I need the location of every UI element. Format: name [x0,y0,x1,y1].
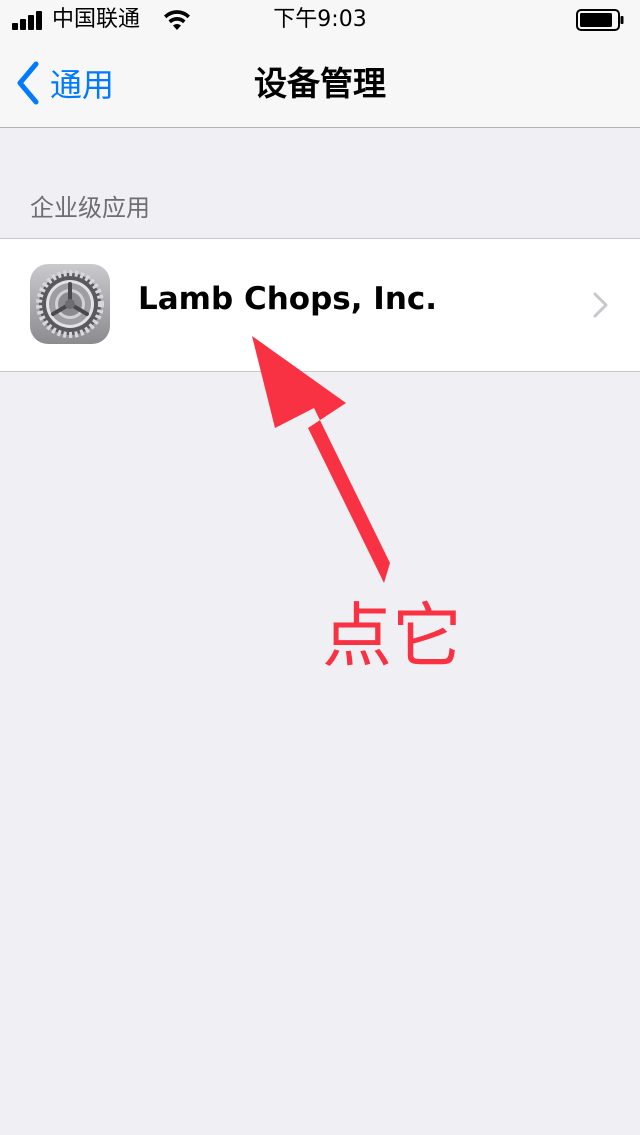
annotation-label: 点它 [322,595,462,677]
annotation-arrow-icon [252,336,390,583]
chevron-right-icon [593,292,608,318]
battery-icon [576,9,624,31]
navigation-bar: 通用 设备管理 [0,40,640,128]
settings-gear-icon [30,264,110,344]
status-time: 下午9:03 [273,7,367,32]
section-header: 企业级应用 [30,194,150,222]
page-title: 设备管理 [254,64,386,103]
cell-label: Lamb Chops, Inc. [138,281,438,317]
status-bar: 中国联通 下午9:03 [0,0,640,40]
